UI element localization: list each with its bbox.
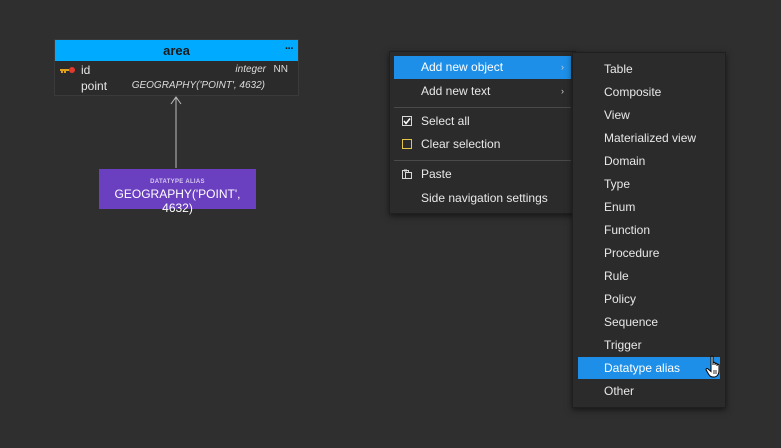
menu-item-label: Add new object <box>421 60 504 74</box>
primary-key-icon <box>60 67 75 73</box>
column-name: id <box>81 63 91 77</box>
submenu-item-label: Materialized view <box>604 131 697 145</box>
column-row-id[interactable]: id integer NN <box>55 62 298 78</box>
menu-item-label: Add new text <box>421 84 491 98</box>
submenu-item-label: Procedure <box>604 246 660 260</box>
submenu-item-rule[interactable]: Rule <box>578 265 720 287</box>
submenu-item-view[interactable]: View <box>578 104 720 126</box>
submenu-item-label: Type <box>604 177 631 191</box>
menu-item-select-all[interactable]: Select all <box>394 110 571 133</box>
menu-item-clear-selection[interactable]: Clear selection <box>394 133 571 156</box>
submenu-item-label: Trigger <box>604 338 642 352</box>
submenu-item-label: Enum <box>604 200 636 214</box>
menu-divider <box>394 160 571 161</box>
submenu-item-label: Sequence <box>604 315 659 329</box>
context-menu: Add new object › Add new text › Select a… <box>389 51 576 214</box>
empty-checkbox-icon <box>402 139 412 149</box>
menu-item-add-new-text[interactable]: Add new text › <box>394 80 571 103</box>
submenu-item-label: Policy <box>604 292 637 306</box>
submenu-item-domain[interactable]: Domain <box>578 150 720 172</box>
menu-item-add-new-object[interactable]: Add new object › <box>394 56 571 79</box>
submenu-item-procedure[interactable]: Procedure <box>578 242 720 264</box>
submenu-item-label: Other <box>604 384 635 398</box>
menu-item-label: Select all <box>421 114 470 128</box>
menu-divider <box>394 107 571 108</box>
submenu-item-type[interactable]: Type <box>578 173 720 195</box>
entity-area[interactable]: area ··· id integer NN point GEOGRAPHY('… <box>54 39 299 96</box>
entity-menu-icon[interactable]: ··· <box>285 40 294 58</box>
submenu-item-label: Function <box>604 223 651 237</box>
submenu-item-label: Table <box>604 62 633 76</box>
diagram-canvas[interactable]: area ··· id integer NN point GEOGRAPHY('… <box>0 0 781 448</box>
submenu-item-label: Composite <box>604 85 662 99</box>
submenu-item-function[interactable]: Function <box>578 219 720 241</box>
menu-item-label: Side navigation settings <box>421 191 548 205</box>
submenu-item-trigger[interactable]: Trigger <box>578 334 720 356</box>
alias-kind-label: DATATYPE ALIAS <box>150 179 205 185</box>
add-object-submenu: Table Composite View Materialized view D… <box>572 52 726 408</box>
paste-icon <box>402 169 412 179</box>
menu-item-side-navigation-settings[interactable]: Side navigation settings <box>394 187 571 210</box>
submenu-item-composite[interactable]: Composite <box>578 81 720 103</box>
checked-checkbox-icon <box>402 116 412 126</box>
submenu-item-sequence[interactable]: Sequence <box>578 311 720 333</box>
menu-item-label: Clear selection <box>421 137 501 151</box>
submenu-item-label: Domain <box>604 154 646 168</box>
entity-header[interactable]: area ··· <box>55 40 298 61</box>
chevron-right-icon: › <box>561 86 564 96</box>
column-row-point[interactable]: point GEOGRAPHY('POINT', 4632) <box>55 78 298 94</box>
datatype-alias-box[interactable]: DATATYPE ALIAS GEOGRAPHY('POINT', 4632) <box>99 169 256 215</box>
chevron-right-icon: › <box>561 62 564 72</box>
submenu-item-other[interactable]: Other <box>578 380 720 402</box>
submenu-item-table[interactable]: Table <box>578 58 720 80</box>
alias-value: GEOGRAPHY('POINT', 4632) <box>114 187 241 215</box>
submenu-item-label: View <box>604 108 630 122</box>
column-type: GEOGRAPHY('POINT', 4632) <box>131 80 265 91</box>
submenu-item-datatype-alias[interactable]: Datatype alias <box>578 357 720 379</box>
column-type: integer <box>235 64 266 75</box>
submenu-item-label: Datatype alias <box>604 361 681 375</box>
column-not-null: NN <box>273 64 288 75</box>
menu-item-label: Paste <box>421 167 452 181</box>
submenu-item-enum[interactable]: Enum <box>578 196 720 218</box>
entity-title: area <box>163 43 190 58</box>
submenu-item-label: Rule <box>604 269 629 283</box>
submenu-item-policy[interactable]: Policy <box>578 288 720 310</box>
hand-pointer-cursor-icon <box>705 355 720 378</box>
submenu-item-materialized-view[interactable]: Materialized view <box>578 127 720 149</box>
column-name: point <box>81 79 108 93</box>
menu-item-paste[interactable]: Paste <box>394 163 571 186</box>
